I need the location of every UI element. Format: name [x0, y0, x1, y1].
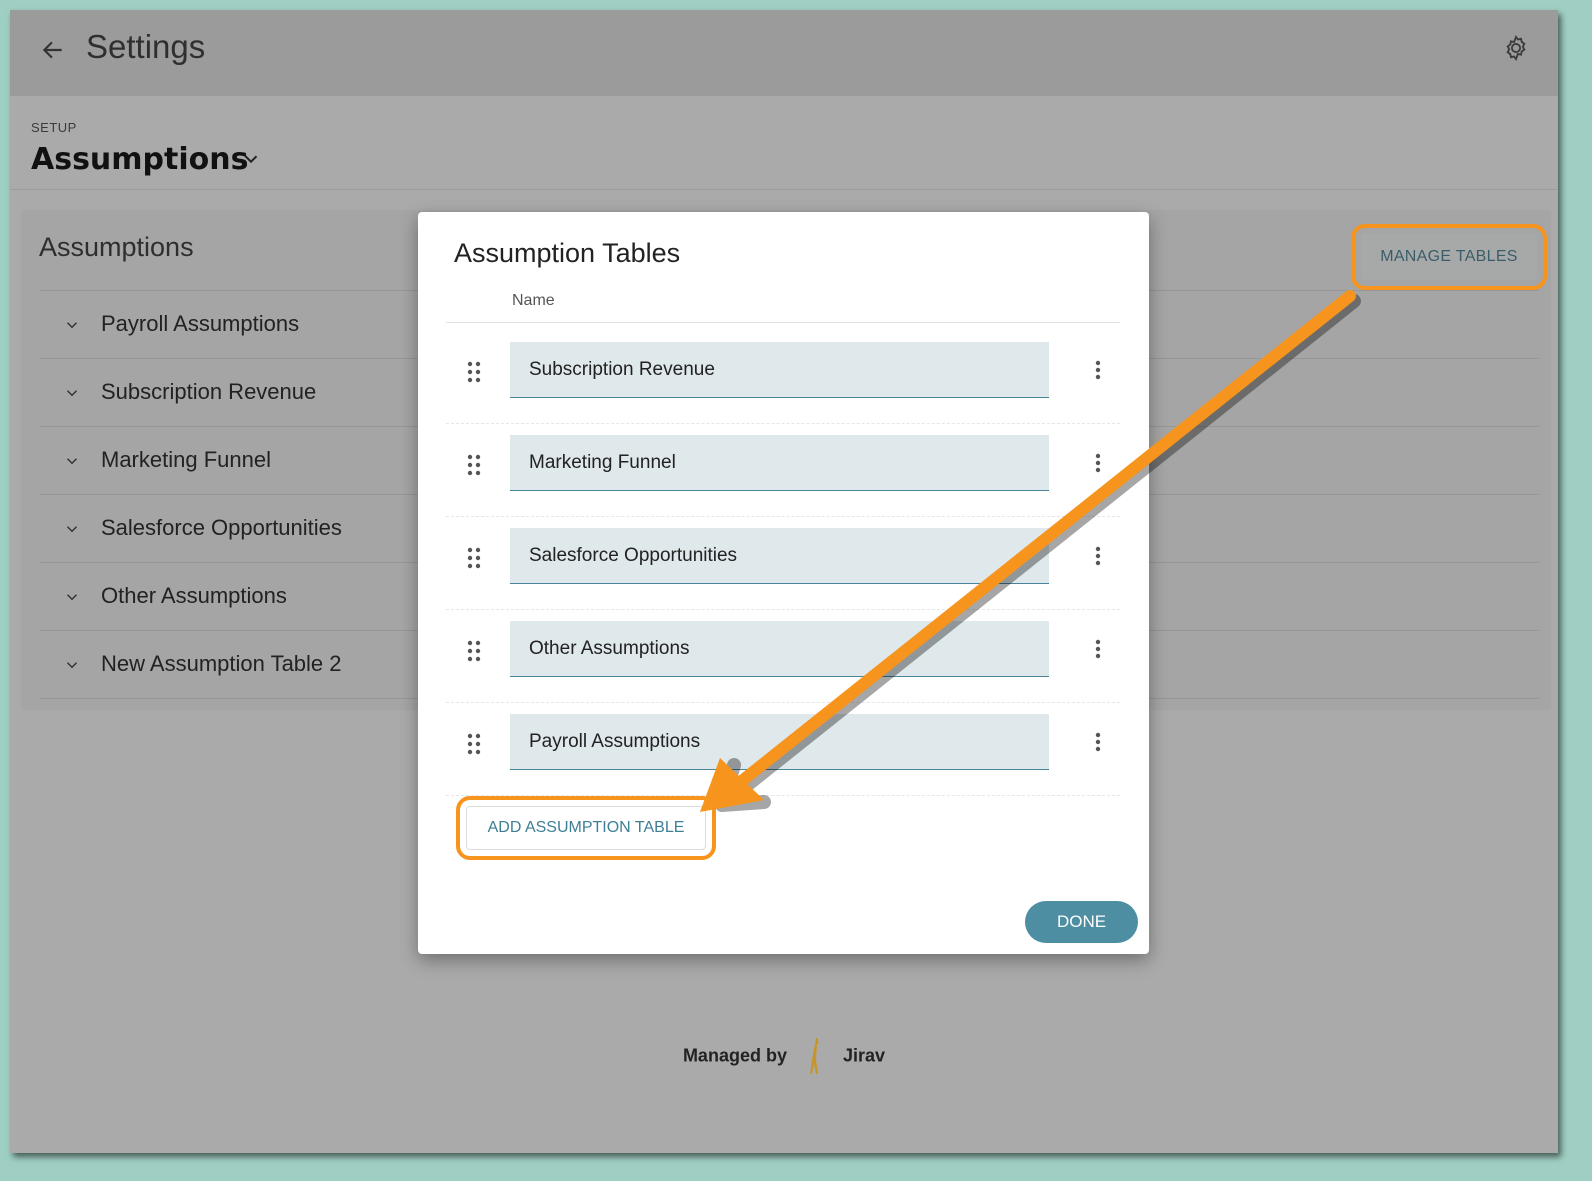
table-name-input[interactable] [510, 714, 1049, 770]
table-name-input[interactable] [510, 528, 1049, 584]
table-row [446, 609, 1120, 703]
table-row [446, 702, 1120, 796]
app-title: Settings [86, 28, 206, 65]
drag-handle-icon[interactable] [466, 360, 482, 384]
kebab-menu-icon[interactable] [1086, 637, 1110, 661]
drag-handle-icon[interactable] [466, 732, 482, 756]
drag-handle-icon[interactable] [466, 546, 482, 570]
setup-label: SETUP [31, 120, 77, 135]
page-title[interactable]: Assumptions [31, 142, 248, 177]
add-assumption-table-button[interactable]: ADD ASSUMPTION TABLE [456, 796, 716, 860]
chevron-down-icon[interactable] [240, 148, 262, 170]
managed-by-label: Managed by [682, 1045, 787, 1066]
chevron-down-icon[interactable] [63, 316, 81, 334]
list-item-label: Other Assumptions [101, 583, 287, 608]
table-row [446, 423, 1120, 517]
drag-handle-icon[interactable] [466, 453, 482, 477]
table-name-input[interactable] [510, 621, 1049, 677]
table-row [446, 330, 1120, 424]
list-item-label: Salesforce Opportunities [101, 515, 342, 540]
dialog-title: Assumption Tables [454, 238, 681, 268]
chevron-down-icon[interactable] [63, 520, 81, 538]
top-bar: Settings [10, 10, 1558, 96]
giraffe-logo-icon [809, 1038, 820, 1074]
chevron-down-icon[interactable] [63, 452, 81, 470]
manage-tables-button[interactable]: MANAGE TABLES [1351, 224, 1547, 290]
assumption-tables-dialog: Assumption Tables Name Subscription Reve… [418, 212, 1149, 954]
list-item-label: Subscription Revenue [101, 379, 317, 404]
table-name-input[interactable] [510, 342, 1049, 398]
list-item-label: New Assumption Table 2 [101, 651, 342, 676]
panel-title: Assumptions [39, 232, 194, 262]
kebab-menu-icon[interactable] [1086, 730, 1110, 754]
divider [446, 322, 1120, 323]
table-name-input[interactable] [510, 435, 1049, 491]
kebab-menu-icon[interactable] [1086, 451, 1110, 475]
chevron-down-icon[interactable] [63, 656, 81, 674]
gear-icon[interactable] [1502, 34, 1530, 62]
drag-handle-icon[interactable] [466, 639, 482, 663]
list-item-label: Marketing Funnel [101, 447, 271, 472]
setup-header: SETUP Assumptions [10, 96, 1558, 190]
kebab-menu-icon[interactable] [1086, 544, 1110, 568]
done-button[interactable]: DONE [1025, 901, 1138, 943]
back-arrow-icon[interactable] [40, 37, 66, 63]
chevron-down-icon[interactable] [63, 588, 81, 606]
managed-by-footer: Managed by Jirav [10, 1036, 1558, 1076]
list-item-label: Payroll Assumptions [101, 311, 300, 336]
column-header-name: Name [512, 292, 555, 309]
brand-name: Jirav [843, 1045, 886, 1066]
kebab-menu-icon[interactable] [1086, 358, 1110, 382]
chevron-down-icon[interactable] [63, 384, 81, 402]
table-row [446, 516, 1120, 610]
